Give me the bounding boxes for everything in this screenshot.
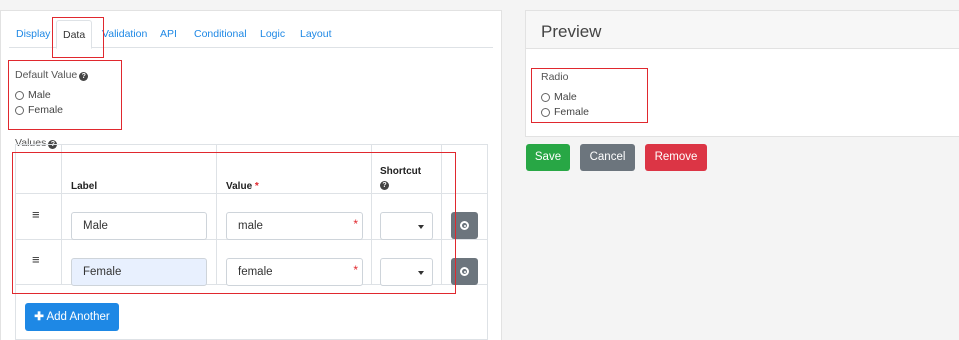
preview-title: Preview <box>541 22 602 41</box>
header-shortcut: Shortcut ? <box>380 166 421 190</box>
row-value-text: male <box>238 220 263 232</box>
cancel-button[interactable]: Cancel <box>580 144 635 171</box>
tab-display[interactable]: Display <box>16 20 50 48</box>
preview-radio-male[interactable]: Male <box>541 91 577 103</box>
question-circle-icon: ? <box>79 72 89 81</box>
caret-down-icon <box>418 271 424 275</box>
remove-circle-icon <box>460 221 469 230</box>
header-shortcut-text: Shortcut <box>380 166 422 177</box>
drag-handle-icon[interactable]: ≡ <box>32 253 42 266</box>
remove-circle-icon <box>460 267 469 276</box>
drag-handle-icon[interactable]: ≡ <box>32 208 42 221</box>
tab-data[interactable]: Data <box>56 20 93 49</box>
radio-label: Female <box>554 106 590 118</box>
header-value-text: Value <box>226 181 253 192</box>
remove-row-button[interactable] <box>451 212 478 239</box>
radio-circle-icon[interactable] <box>15 90 24 100</box>
table-divider <box>61 145 62 285</box>
remove-button[interactable]: Remove <box>645 144 707 171</box>
header-label: Label <box>71 181 98 192</box>
preview-field-label: Radio <box>541 71 569 83</box>
radio-label: Female <box>28 104 64 116</box>
editor-tabs: Display Data Validation API Conditional … <box>9 20 493 49</box>
row-shortcut-select[interactable] <box>380 212 433 240</box>
radio-label: Male <box>554 91 577 103</box>
plus-icon: ✚ <box>34 311 44 323</box>
save-button[interactable]: Save <box>526 144 570 171</box>
row-value-input[interactable]: female * <box>226 258 363 286</box>
header-value: Value * <box>226 181 259 192</box>
default-radio-male[interactable]: Male <box>15 89 51 101</box>
default-value-text: Default Value <box>15 69 78 81</box>
required-asterisk: * <box>353 217 358 231</box>
tab-conditional[interactable]: Conditional <box>194 20 247 48</box>
row-label-input[interactable]: Male <box>71 212 207 240</box>
preview-panel: Preview Radio Male Female <box>525 10 959 137</box>
required-asterisk: * <box>254 181 259 192</box>
radio-label: Male <box>28 89 51 101</box>
add-another-button[interactable]: ✚ Add Another <box>25 303 119 331</box>
row-shortcut-select[interactable] <box>380 258 433 286</box>
question-circle-icon: ? <box>380 181 389 190</box>
table-divider <box>16 193 487 194</box>
required-asterisk: * <box>353 263 358 277</box>
row-value-text: female <box>238 266 273 278</box>
radio-circle-icon[interactable] <box>541 92 550 102</box>
preview-header: Preview <box>526 11 959 49</box>
row-label-input[interactable]: Female <box>71 258 207 286</box>
radio-circle-icon[interactable] <box>541 107 550 117</box>
remove-row-button[interactable] <box>451 258 478 285</box>
default-radio-female[interactable]: Female <box>15 104 63 116</box>
table-divider <box>371 145 372 285</box>
preview-radio-female[interactable]: Female <box>541 106 589 118</box>
default-value-label: Default Value? <box>15 69 89 81</box>
tab-api[interactable]: API <box>160 20 177 48</box>
caret-down-icon <box>418 225 424 229</box>
add-another-label: Add Another <box>46 311 110 323</box>
table-divider <box>216 145 217 285</box>
tab-logic[interactable]: Logic <box>260 20 285 48</box>
tab-validation[interactable]: Validation <box>102 20 147 48</box>
table-divider <box>441 145 442 285</box>
row-value-input[interactable]: male * <box>226 212 363 240</box>
radio-circle-icon[interactable] <box>15 105 24 115</box>
tab-layout[interactable]: Layout <box>300 20 332 48</box>
